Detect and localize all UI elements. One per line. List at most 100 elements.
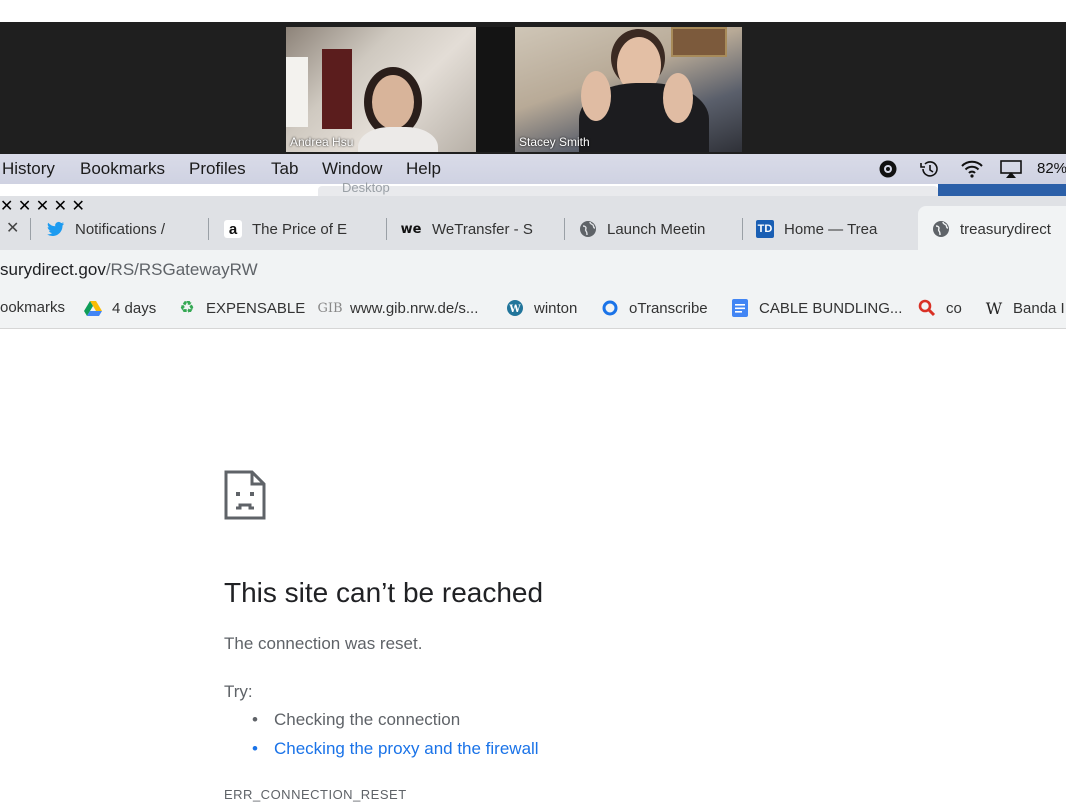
bullet: •	[252, 710, 258, 729]
url-path: /RS/RSGatewayRW	[105, 260, 258, 279]
otranscribe-icon	[601, 299, 619, 317]
gib-icon: GIB	[317, 300, 343, 316]
url-host: surydirect.gov	[0, 260, 106, 279]
bookmark-label: winton	[534, 299, 578, 317]
tab-home-treasury[interactable]: TD Home — Trea	[756, 216, 877, 242]
desktop-folder-bar: Desktop	[318, 180, 938, 196]
wikipedia-icon: W	[985, 298, 1003, 318]
tab-content: treasurydirect	[932, 216, 1051, 242]
suggestion-check-proxy[interactable]: • Checking the proxy and the firewall	[252, 739, 539, 759]
bookmark-otranscribe[interactable]: oTranscribe	[601, 299, 708, 317]
google-drive-icon	[84, 299, 102, 317]
address-bar[interactable]: surydirect.gov/RS/RSGatewayRW	[0, 250, 1066, 290]
bookmark-expensable[interactable]: ♻ EXPENSABLE	[178, 298, 306, 317]
airplay-icon[interactable]	[999, 159, 1023, 184]
bookmarks-bar: ookmarks 4 days ♻ EXPENSABLE GIB www.gib…	[0, 290, 1066, 329]
tab-separator	[386, 218, 387, 240]
tab-title: Notifications /	[75, 220, 166, 238]
tab-title: WeTransfer - S	[432, 220, 533, 238]
globe-icon	[932, 220, 950, 238]
bookmark-other[interactable]: ookmarks	[0, 299, 65, 316]
tab-close-icon[interactable]: ✕	[0, 198, 13, 215]
try-label: Try:	[224, 682, 253, 701]
bookmark-label: 4 days	[112, 299, 157, 317]
participant-name: Andrea Hsu	[290, 135, 354, 149]
url-text[interactable]: surydirect.gov/RS/RSGatewayRW	[0, 260, 258, 280]
bookmark-gib[interactable]: GIB www.gib.nrw.de/s...	[317, 299, 479, 317]
bookmark-co[interactable]: co	[918, 299, 962, 317]
tab-price-of[interactable]: a The Price of E	[224, 216, 347, 242]
video-call-strip: Andrea Hsu Stacey Smith	[0, 22, 1066, 154]
battery-percentage[interactable]: 82%	[1037, 160, 1066, 177]
time-machine-icon[interactable]	[918, 159, 940, 184]
top-margin	[0, 0, 1066, 22]
menu-help[interactable]: Help	[406, 159, 441, 179]
wordpress-icon: W	[506, 299, 524, 317]
globe-icon	[579, 220, 597, 238]
search-icon	[918, 299, 936, 317]
bookmark-label: co	[946, 299, 962, 317]
tab-separator	[30, 218, 31, 240]
bookmark-cable-bundling[interactable]: CABLE BUNDLING...	[731, 299, 902, 317]
bookmark-winton[interactable]: W winton	[506, 299, 577, 317]
bullet: •	[252, 739, 258, 758]
page-content	[0, 329, 1066, 799]
tab-close-icon[interactable]: ✕	[71, 198, 84, 215]
tab-close-icon[interactable]: ✕	[54, 198, 67, 215]
suggestion-link[interactable]: Checking the proxy and the firewall	[274, 739, 539, 758]
twitter-icon	[47, 220, 65, 238]
participant-shirt	[358, 127, 438, 152]
menu-bookmarks[interactable]: Bookmarks	[80, 159, 165, 179]
error-title: This site can’t be reached	[224, 577, 544, 608]
td-icon: TD	[756, 220, 774, 238]
menu-tab[interactable]: Tab	[271, 159, 298, 179]
tab-title: The Price of E	[252, 220, 348, 238]
screen-record-icon[interactable]	[878, 159, 898, 184]
bookmark-label: Banda I	[1013, 299, 1065, 317]
bookmark-label: ookmarks	[0, 299, 66, 316]
amazon-icon: a	[224, 220, 242, 238]
menu-window[interactable]: Window	[322, 159, 382, 179]
google-docs-icon	[731, 299, 749, 317]
tab-separator	[564, 218, 565, 240]
wetransfer-icon: we	[400, 221, 422, 237]
tab-wetransfer[interactable]: we WeTransfer - S	[400, 216, 533, 242]
tab-close-icon[interactable]: ✕	[18, 198, 31, 215]
video-tile-andrea[interactable]: Andrea Hsu	[286, 27, 476, 152]
suggestion-check-connection: • Checking the connection	[252, 710, 460, 730]
recycle-icon: ♻	[179, 298, 195, 317]
video-tile-stacey[interactable]: Stacey Smith	[515, 27, 742, 152]
tab-launch-meeting[interactable]: Launch Meetin	[579, 216, 705, 242]
sad-document-icon	[224, 470, 266, 525]
error-code: ERR_CONNECTION_RESET	[224, 787, 407, 802]
bookmark-banda[interactable]: W Banda I	[985, 298, 1065, 318]
browser-tab-bar: ✕ Notifications / ✕ a The Price of E ✕ w…	[0, 196, 1066, 250]
menu-history[interactable]: History	[2, 159, 55, 179]
tab-title: Launch Meetin	[607, 220, 706, 238]
participant-hand-left	[581, 71, 611, 121]
tile-gap	[476, 27, 515, 152]
bookmark-label: CABLE BUNDLING...	[759, 299, 903, 317]
wall-poster	[322, 49, 352, 129]
bookmark-label: EXPENSABLE	[206, 299, 306, 317]
tab-treasurydirect-active[interactable]: treasurydirect	[918, 206, 1066, 250]
desktop-label: Desktop	[342, 180, 390, 195]
desktop-window-strip	[938, 184, 1066, 196]
wifi-icon[interactable]	[960, 159, 984, 184]
participant-face	[372, 75, 414, 129]
participant-hand-right	[663, 73, 693, 123]
tab-close-icon[interactable]: ✕	[36, 198, 49, 215]
tab-separator	[742, 218, 743, 240]
bookmark-4-days[interactable]: 4 days	[84, 299, 156, 317]
bookmark-label: www.gib.nrw.de/s...	[350, 299, 479, 317]
tab-notifications[interactable]: Notifications /	[47, 216, 165, 242]
participant-name: Stacey Smith	[519, 135, 590, 149]
suggestion-text: Checking the connection	[274, 710, 461, 729]
macos-menubar: History Bookmarks Profiles Tab Window He…	[0, 154, 1066, 184]
menu-profiles[interactable]: Profiles	[189, 159, 246, 179]
tab-title: treasurydirect	[960, 220, 1051, 238]
window-light	[286, 57, 308, 127]
tab-close-icon[interactable]: ✕	[6, 218, 19, 238]
svg-text:W: W	[508, 304, 521, 315]
error-message: The connection was reset.	[224, 634, 423, 653]
